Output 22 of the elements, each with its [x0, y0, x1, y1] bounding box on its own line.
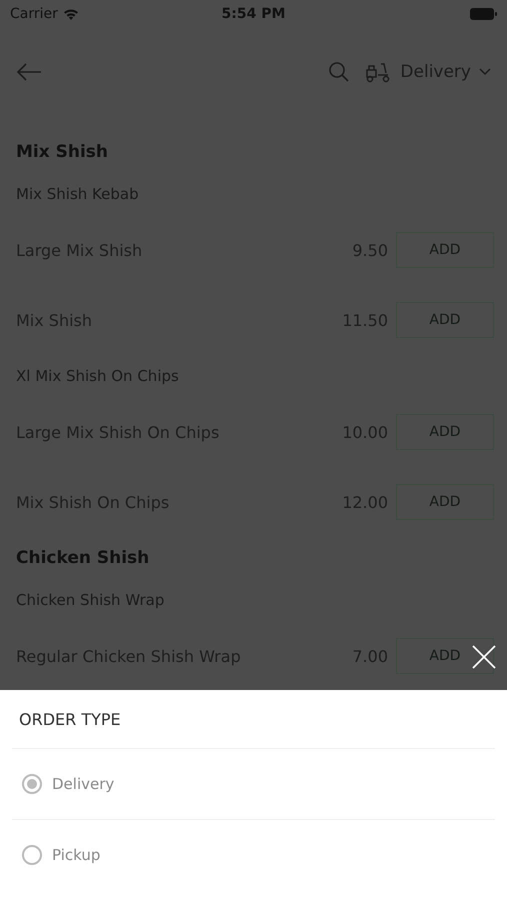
- wifi-icon: [62, 8, 79, 20]
- option-label: Delivery: [52, 775, 114, 793]
- battery-icon: [470, 8, 497, 20]
- order-type-option[interactable]: Delivery: [12, 749, 495, 820]
- add-button[interactable]: ADD: [396, 302, 494, 338]
- back-arrow-icon[interactable]: [16, 62, 42, 82]
- add-button[interactable]: ADD: [396, 232, 494, 268]
- close-icon[interactable]: [471, 644, 497, 670]
- radio-button[interactable]: [22, 845, 42, 865]
- status-time: 5:54 PM: [222, 6, 286, 22]
- section-heading: Mix Shish: [15, 141, 110, 164]
- search-icon[interactable]: [328, 61, 350, 83]
- option-label: Pickup: [52, 846, 100, 864]
- add-button[interactable]: ADD: [396, 414, 494, 450]
- add-button[interactable]: ADD: [396, 638, 494, 674]
- carrier-name: Carrier: [10, 6, 58, 22]
- section-heading: Chicken Shish: [15, 547, 150, 570]
- sheet-title: ORDER TYPE: [19, 710, 121, 728]
- order-type-option[interactable]: Pickup: [12, 820, 495, 890]
- add-button[interactable]: ADD: [396, 484, 494, 520]
- radio-button[interactable]: [22, 774, 42, 794]
- chevron-down-icon: [479, 68, 491, 76]
